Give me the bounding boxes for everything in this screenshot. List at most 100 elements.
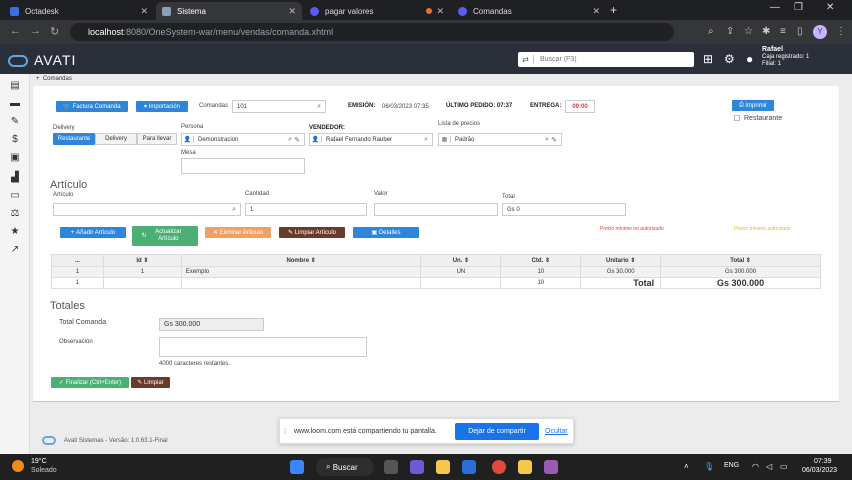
wifi-icon[interactable]: ◠ xyxy=(752,462,759,471)
delivery-option-restaurante[interactable]: Restaurante xyxy=(53,133,95,145)
importacion-button[interactable]: ▾ Importación xyxy=(136,101,188,112)
cantidad-input[interactable]: 1 xyxy=(245,203,367,216)
vendedor-input[interactable]: 👤 Rafael Fernando Rauber ⌕ xyxy=(309,133,433,146)
sidepanel-icon[interactable]: ▯ xyxy=(797,26,803,37)
delivery-option-delivery[interactable]: Delivery xyxy=(95,133,137,145)
truck-icon[interactable]: ▭ xyxy=(9,190,21,201)
wrench-icon[interactable]: ✎ xyxy=(9,116,21,127)
cart-icon[interactable]: ▬ xyxy=(9,98,21,109)
comandas-input[interactable]: 101 ⌕ xyxy=(232,100,326,113)
mesa-input[interactable] xyxy=(181,158,305,174)
chart-icon[interactable]: ↗ xyxy=(9,244,21,255)
tab-octadesk[interactable]: Octadesk ✕ xyxy=(4,2,154,20)
search-icon[interactable]: ⌕ xyxy=(545,136,549,144)
anadir-articulo-button[interactable]: + Añadir Artículo xyxy=(60,227,126,238)
persona-input[interactable]: 👤 Demonstracion ⌕ ✎ xyxy=(181,133,305,146)
table-row[interactable]: 1 1 Exemplo UN 10 Gs 30.000 Gs 300.000 xyxy=(51,266,821,278)
share-icon[interactable]: ⇪ xyxy=(726,26,734,37)
taskbar-search[interactable]: ⌕ Buscar xyxy=(316,458,374,476)
search-icon[interactable]: ⌕ xyxy=(288,136,292,144)
column-header[interactable]: ... xyxy=(51,254,104,267)
close-icon[interactable]: ✕ xyxy=(140,6,148,17)
chevron-up-icon[interactable]: ˄ xyxy=(684,462,689,471)
detalles-button[interactable]: ▣ Detalles xyxy=(353,227,419,238)
stop-sharing-button[interactable]: Dejar de compartir xyxy=(455,423,539,440)
drag-handle-icon[interactable]: ⁞ xyxy=(284,427,286,436)
star-icon[interactable]: ☆ xyxy=(744,26,753,37)
imprimir-button[interactable]: ⎙ Imprimir xyxy=(732,100,774,111)
search-icon[interactable]: ⌕ xyxy=(708,26,714,37)
mic-icon[interactable]: 🎙 xyxy=(704,462,714,471)
scale-icon[interactable]: ⚖ xyxy=(9,208,21,219)
articulo-input[interactable]: ⌕ xyxy=(53,203,241,216)
search-icon[interactable]: ⌕ xyxy=(424,136,428,144)
edit-icon[interactable]: ✎ xyxy=(551,136,557,144)
cash-icon[interactable]: $ xyxy=(9,134,21,145)
column-header[interactable]: Total ⇕ xyxy=(660,254,821,267)
logo[interactable]: AVATI xyxy=(8,52,76,68)
windows-start-icon[interactable] xyxy=(290,460,304,474)
grid-plus-icon[interactable]: ⊞ xyxy=(703,52,713,66)
file-explorer-icon[interactable] xyxy=(436,460,450,474)
url-input[interactable]: localhost:8080/OneSystem-war/menu/vendas… xyxy=(70,23,674,41)
battery-icon[interactable]: ▭ xyxy=(780,462,788,471)
weather-sun-icon[interactable] xyxy=(12,460,24,472)
lista-precios-input[interactable]: ▦ Padrão ⌕ ✎ xyxy=(438,133,562,146)
forward-icon[interactable]: → xyxy=(30,25,41,37)
menu-list-icon[interactable]: ≡ xyxy=(780,26,786,37)
extension-icon[interactable]: ✱ xyxy=(762,26,770,37)
breadcrumb-label[interactable]: Comandas xyxy=(43,76,72,82)
chrome-icon[interactable] xyxy=(492,460,506,474)
factura-comanda-button[interactable]: 🛒 Factura Comanda xyxy=(56,101,128,112)
restaurante-checkbox[interactable] xyxy=(734,115,740,121)
bank-icon[interactable]: ▣ xyxy=(9,152,21,163)
profile-avatar[interactable]: Y xyxy=(813,25,827,39)
close-icon[interactable]: ✕ xyxy=(288,6,296,17)
observacion-textarea[interactable] xyxy=(159,337,367,357)
restore-icon[interactable]: ❐ xyxy=(794,2,803,13)
column-header[interactable]: Id ⇕ xyxy=(102,254,182,267)
eliminar-articulo-button[interactable]: ✕ Eliminar Artículo xyxy=(205,227,271,238)
column-header[interactable]: Ctd. ⇕ xyxy=(500,254,582,267)
edit-icon[interactable]: ✎ xyxy=(294,136,300,144)
finalizar-button[interactable]: ✓ Finalizar (Ctrl+Enter) xyxy=(51,377,129,388)
search-input[interactable] xyxy=(534,56,684,63)
close-icon[interactable]: ✕ xyxy=(436,6,444,17)
back-icon[interactable]: ← xyxy=(10,25,21,37)
task-view-icon[interactable] xyxy=(384,460,398,474)
book-icon[interactable]: ▤ xyxy=(9,80,21,91)
entrega-input[interactable]: 09:00 xyxy=(565,100,595,113)
valor-input[interactable] xyxy=(374,203,498,216)
tab-sistema[interactable]: Sistema ✕ xyxy=(156,2,302,20)
delivery-option-para-llevar[interactable]: Para llevar xyxy=(137,133,177,145)
hide-link[interactable]: Ocultar xyxy=(545,428,568,435)
volume-icon[interactable]: ◁ xyxy=(766,462,772,471)
language-indicator[interactable]: ENG xyxy=(724,462,739,469)
reload-icon[interactable]: ↻ xyxy=(50,25,59,38)
search-icon[interactable]: ⌕ xyxy=(232,206,236,214)
close-icon[interactable]: ✕ xyxy=(592,6,600,17)
window-close-icon[interactable]: ✕ xyxy=(826,2,834,13)
column-header[interactable]: Un. ⇕ xyxy=(420,254,502,267)
limpiar-articulo-button[interactable]: ✎ Limpiar Artículo xyxy=(279,227,345,238)
gear-icon[interactable]: ⚙ xyxy=(724,52,735,66)
user-icon[interactable]: ● xyxy=(746,52,753,66)
store-icon[interactable] xyxy=(462,460,476,474)
column-header[interactable]: Nombre ⇕ xyxy=(180,254,422,267)
tab-pagar-valores[interactable]: pagar valores ✕ xyxy=(304,2,450,20)
teams-icon[interactable] xyxy=(410,460,424,474)
star-icon[interactable]: ★ xyxy=(9,226,21,237)
minimize-icon[interactable]: — xyxy=(770,2,780,13)
tab-comandas[interactable]: Comandas ✕ xyxy=(452,2,606,20)
limpiar-button[interactable]: ✎ Limpiar xyxy=(131,377,170,388)
slack-icon[interactable] xyxy=(544,460,558,474)
actualizar-articulo-button[interactable]: ↻ Actualizar Artículo xyxy=(132,226,198,246)
column-header[interactable]: Unitario ⇕ xyxy=(580,254,662,267)
total-input[interactable]: Gs 0 xyxy=(502,203,626,216)
new-tab-icon[interactable]: + xyxy=(610,3,617,17)
sticky-notes-icon[interactable] xyxy=(518,460,532,474)
factory-icon[interactable]: ▟ xyxy=(9,172,21,183)
kebab-icon[interactable]: ⋮ xyxy=(836,26,846,37)
refresh-icon[interactable]: ⇄ xyxy=(518,55,534,64)
search-icon[interactable]: ⌕ xyxy=(317,103,321,111)
